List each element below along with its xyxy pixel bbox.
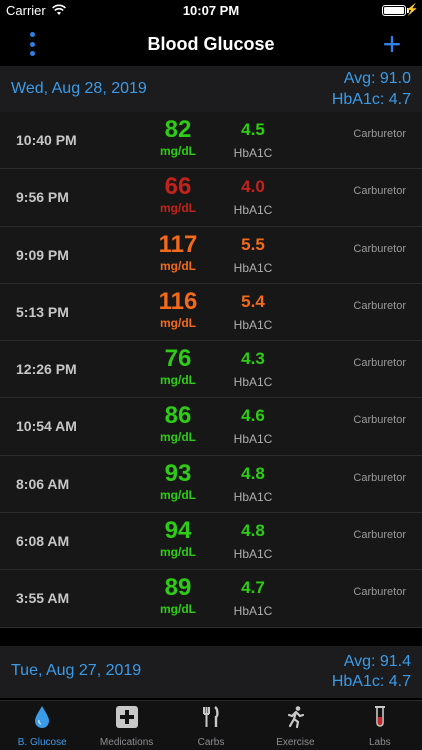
reading-time: 9:56 PM <box>16 189 69 206</box>
device-name: Carburetor <box>353 299 406 312</box>
hba1c-value: 4.6 <box>241 406 265 426</box>
test-tube-icon <box>374 706 385 727</box>
reading-list: 10:40 PM 82 mg/dL 4.5 HbA1C Carburetor 9:56 PM… <box>0 112 422 628</box>
device-name: Carburetor <box>353 471 406 484</box>
reading-time: 8:06 AM <box>16 475 70 492</box>
reading-row[interactable]: 9:56 PM 66 mg/dL 4.0 HbA1C Carburetor <box>0 169 422 227</box>
device-name: Carburetor <box>353 586 406 599</box>
reading-time: 10:40 PM <box>16 132 77 148</box>
hba1c-value: 4.8 <box>241 521 265 541</box>
reading-time: 5:13 PM <box>16 303 69 320</box>
hba1c-label: HbA1C <box>233 547 273 562</box>
tab-exercise[interactable]: Exercise <box>253 701 337 750</box>
section-average: Avg: 91.0 <box>343 70 411 87</box>
hba1c-label: HbA1C <box>233 317 273 332</box>
hba1c-value: 4.0 <box>241 177 265 197</box>
page-title: Blood Glucose <box>147 34 275 54</box>
hba1c-label: HbA1C <box>233 203 273 218</box>
reading-time: 6:08 AM <box>16 533 70 550</box>
reading-row[interactable]: 10:40 PM 82 mg/dL 4.5 HbA1C Carburetor <box>0 112 422 170</box>
device-name: Carburetor <box>353 414 406 427</box>
section-header-aug-28: Wed, Aug 28, 2019 Avg: 91.0 HbA1c: 4.7 <box>0 66 422 112</box>
tab-labs[interactable]: Labs <box>338 701 422 750</box>
hba1c-value: 5.5 <box>241 234 265 254</box>
tab-carbs[interactable]: Carbs <box>169 701 253 750</box>
device-name: Carburetor <box>353 128 406 140</box>
hba1c-label: HbA1C <box>233 146 273 160</box>
medical-cross-icon <box>115 706 138 728</box>
battery-icon <box>382 5 406 16</box>
fork-knife-icon <box>203 706 219 727</box>
tab-medications[interactable]: Medications <box>84 701 168 750</box>
runner-icon <box>288 706 305 729</box>
hba1c-label: HbA1C <box>233 489 273 504</box>
blood-drop-icon <box>35 706 50 728</box>
device-name: Carburetor <box>353 185 406 198</box>
charging-icon: ⚡ <box>405 4 419 16</box>
add-entry-button[interactable]: + <box>380 26 404 62</box>
reading-time: 12:26 PM <box>16 361 77 378</box>
status-bar: Carrier 10:07 PM ⚡ <box>0 0 422 22</box>
hba1c-label: HbA1C <box>233 604 273 619</box>
tab-label: B. Glucose <box>17 737 67 748</box>
tab-label: Exercise <box>276 737 315 748</box>
section-date: Tue, Aug 27, 2019 <box>11 662 142 679</box>
hba1c-label: HbA1C <box>233 375 273 390</box>
hba1c-label: HbA1C <box>233 260 273 275</box>
hba1c-value: 5.4 <box>241 291 265 311</box>
reading-time: 10:54 AM <box>16 418 77 435</box>
hba1c-label: HbA1C <box>233 432 273 447</box>
device-name: Carburetor <box>353 529 406 542</box>
hba1c-value: 4.7 <box>241 578 265 598</box>
tab-label: Medications <box>99 737 154 748</box>
section-hba1c: HbA1c: 4.7 <box>331 673 411 690</box>
nav-bar: Blood Glucose + <box>0 22 422 66</box>
reading-row[interactable]: 6:08 AM 94 mg/dL 4.8 HbA1C Carburetor <box>0 513 422 571</box>
hba1c-value: 4.3 <box>241 349 265 369</box>
tab-bar: B. Glucose Medications Carbs Exercise La… <box>0 700 422 750</box>
section-date: Wed, Aug 28, 2019 <box>11 80 147 97</box>
reading-row[interactable]: 5:13 PM 116 mg/dL 5.4 HbA1C Carburetor <box>0 283 422 342</box>
status-time: 10:07 PM <box>182 3 240 18</box>
reading-row[interactable]: 3:55 AM 89 mg/dL 4.7 HbA1C Carburetor <box>0 570 422 628</box>
tab-label: Labs <box>368 737 391 748</box>
device-name: Carburetor <box>353 242 406 255</box>
hba1c-value: 4.8 <box>241 463 265 483</box>
section-spacer <box>0 628 422 646</box>
reading-row[interactable]: 8:06 AM 93 mg/dL 4.8 HbA1C Carburetor <box>0 455 422 514</box>
hba1c-value: 4.5 <box>241 120 265 139</box>
tab-blood-glucose[interactable]: B. Glucose <box>0 701 84 750</box>
section-hba1c: HbA1c: 4.7 <box>331 91 411 108</box>
reading-time: 3:55 AM <box>16 590 70 607</box>
tab-label: Carbs <box>197 737 225 748</box>
reading-time: 9:09 PM <box>16 246 69 263</box>
reading-row[interactable]: 12:26 PM 76 mg/dL 4.3 HbA1C Carburetor <box>0 341 422 399</box>
section-header-aug-27: Tue, Aug 27, 2019 Avg: 91.4 HbA1c: 4.7 <box>0 646 422 698</box>
device-name: Carburetor <box>353 357 406 370</box>
reading-row[interactable]: 9:09 PM 117 mg/dL 5.5 HbA1C Carburetor <box>0 226 422 284</box>
reading-row[interactable]: 10:54 AM 86 mg/dL 4.6 HbA1C Carburetor <box>0 398 422 456</box>
section-average: Avg: 91.4 <box>343 653 411 670</box>
